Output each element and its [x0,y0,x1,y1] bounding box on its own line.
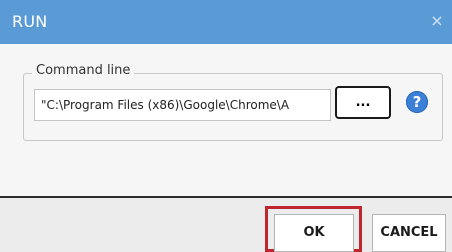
close-icon[interactable]: × [428,12,446,30]
help-icon[interactable]: ? [406,91,428,113]
browse-button[interactable]: ... [335,86,391,119]
cancel-button[interactable]: CANCEL [372,214,446,252]
run-dialog: RUN × Command line ... ? OK CANCEL [0,0,452,252]
ok-button[interactable]: OK [274,214,354,252]
command-line-input[interactable] [34,89,331,121]
command-line-label: Command line [32,63,135,79]
title-bar: RUN × [0,0,452,44]
dialog-title: RUN [12,12,48,31]
